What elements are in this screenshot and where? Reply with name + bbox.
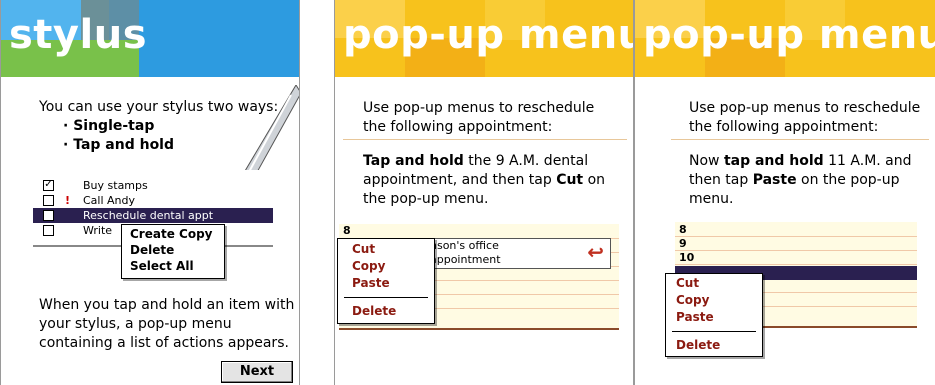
checkbox-icon[interactable] bbox=[43, 225, 54, 236]
menu-item-paste[interactable]: Paste bbox=[676, 309, 714, 325]
instruction-text: Now tap and hold 11 A.M. and then tap Pa… bbox=[689, 153, 912, 207]
menu-item-copy[interactable]: Copy bbox=[676, 292, 709, 308]
screen-popup-menus-1: pop-up menus Use pop-up menus to resched… bbox=[334, 0, 634, 385]
recurring-arrow-icon: ↩ bbox=[587, 240, 604, 264]
menu-item-copy[interactable]: Copy bbox=[352, 258, 385, 274]
page-title: stylus bbox=[9, 12, 147, 58]
menu-item-delete[interactable]: Delete bbox=[130, 242, 174, 258]
next-button[interactable]: Next bbox=[221, 361, 293, 383]
page-title: pop-up menus bbox=[343, 12, 633, 58]
hour-label: 9 bbox=[679, 237, 687, 250]
banner-stylus: stylus bbox=[1, 0, 299, 77]
checkbox-checked-icon[interactable]: ✓ bbox=[43, 180, 54, 191]
screen-stylus: stylus You can use your stylus two ways:… bbox=[0, 0, 300, 385]
priority-icon: ! bbox=[65, 194, 71, 207]
banner-popup-menus: pop-up menus bbox=[635, 0, 935, 77]
intro-text: Use pop-up menus to reschedule the follo… bbox=[689, 100, 921, 135]
menu-item-cut[interactable]: Cut bbox=[352, 241, 375, 257]
menu-item-paste[interactable]: Paste bbox=[352, 275, 390, 291]
bullet-tap-and-hold: · Tap and hold bbox=[63, 137, 175, 153]
task-row-selected[interactable]: Reschedule dental appt bbox=[33, 208, 273, 223]
checkbox-icon[interactable] bbox=[43, 195, 54, 206]
screen-popup-menus-2: pop-up menus Use pop-up menus to resched… bbox=[634, 0, 935, 385]
intro-text: Use pop-up menus to reschedule the follo… bbox=[363, 100, 595, 135]
page-title: pop-up menus bbox=[643, 12, 935, 58]
menu-item-select-all[interactable]: Select All bbox=[130, 258, 194, 274]
task-row[interactable]: ✓ Buy stamps bbox=[33, 178, 273, 193]
divider bbox=[671, 139, 929, 140]
checkbox-icon[interactable] bbox=[43, 210, 54, 221]
footer-text: When you tap and hold an item with your … bbox=[39, 297, 295, 351]
hour-label: 8 bbox=[343, 224, 351, 237]
menu-item-cut[interactable]: Cut bbox=[676, 275, 699, 291]
hour-label: 10 bbox=[679, 251, 695, 264]
popup-menu: Create Copy Delete Select All bbox=[121, 224, 225, 279]
menu-item-delete[interactable]: Delete bbox=[676, 337, 720, 353]
menu-item-create-copy[interactable]: Create Copy bbox=[130, 226, 212, 242]
menu-item-delete[interactable]: Delete bbox=[352, 303, 396, 319]
divider bbox=[343, 139, 627, 140]
popup-menu: Cut Copy Paste Delete bbox=[337, 238, 435, 324]
popup-menu: Cut Copy Paste Delete bbox=[665, 273, 763, 357]
instruction-text: Tap and hold the 9 A.M. dental appointme… bbox=[363, 153, 606, 207]
bullet-single-tap: · Single-tap bbox=[63, 118, 155, 134]
task-row[interactable]: ! Call Andy bbox=[33, 193, 273, 208]
hour-label: 8 bbox=[679, 223, 687, 236]
banner-popup-menus: pop-up menus bbox=[335, 0, 633, 77]
